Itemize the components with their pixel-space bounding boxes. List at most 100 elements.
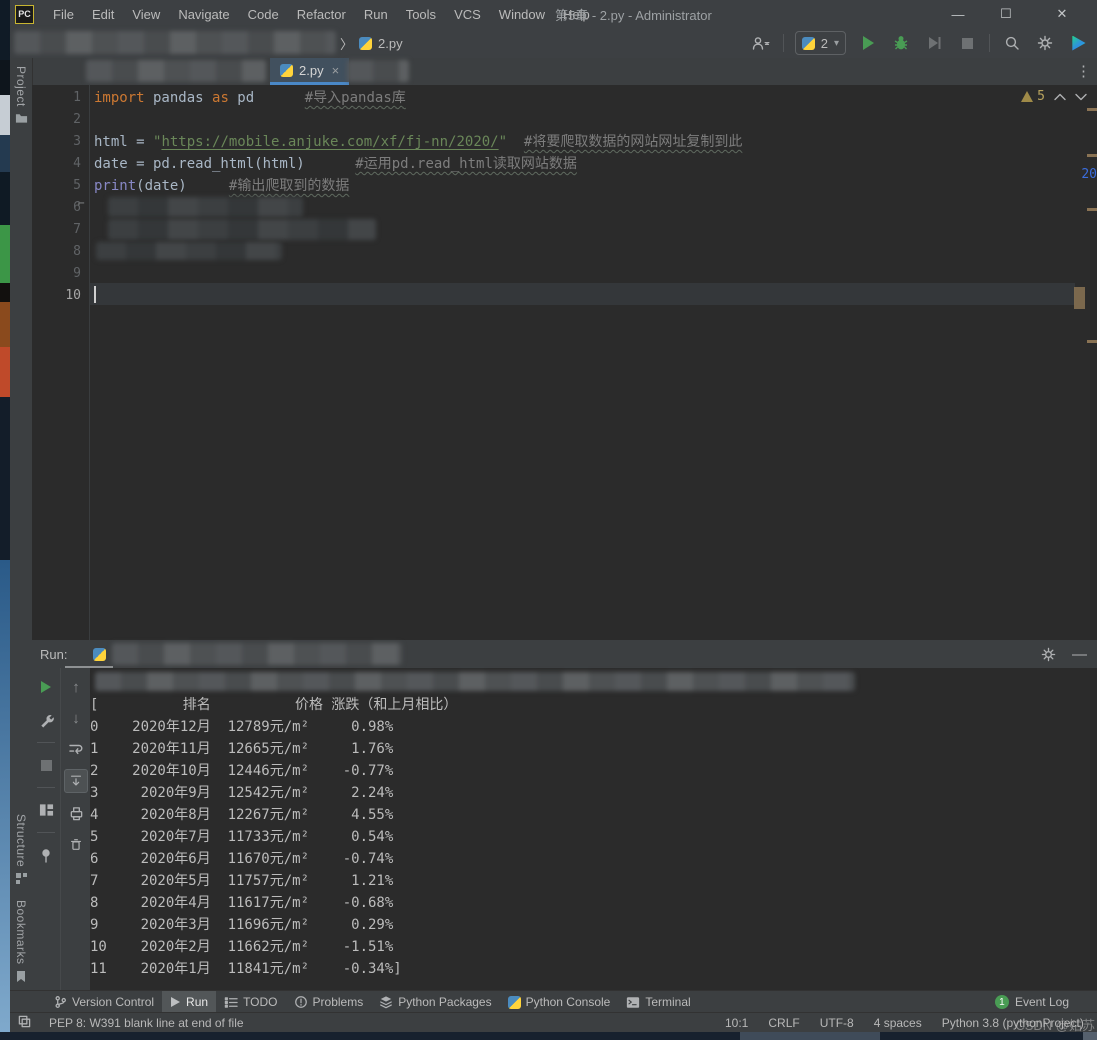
tool-window-switcher-icon[interactable] <box>10 1015 39 1031</box>
code-text[interactable]: import pandas as pd #导入pandas库 html = "h… <box>94 85 1097 307</box>
toolbtn-terminal[interactable]: Terminal <box>618 991 698 1013</box>
run-console-output[interactable]: [ 排名 价格 涨跌（和上月相比） 0 2020年12月 12789元/m² 0… <box>90 668 1097 990</box>
sidebar-item-bookmarks[interactable]: Bookmarks <box>10 900 32 983</box>
run-with-coverage-icon[interactable] <box>923 32 945 54</box>
console-line: 10 2020年2月 11662元/m² -1.51% <box>90 936 1097 958</box>
rerun-button[interactable] <box>35 676 57 698</box>
tool-window-bar: Version Control Run TODO Problems Python… <box>10 990 1097 1013</box>
print-icon[interactable] <box>65 802 87 824</box>
line-number-current: 10 <box>32 285 89 307</box>
minimize-button[interactable]: — <box>938 0 978 28</box>
toolbtn-event-log[interactable]: 1 Event Log <box>995 991 1069 1013</box>
toolbtn-todo[interactable]: TODO <box>216 991 285 1013</box>
run-settings-gear-icon[interactable] <box>1041 647 1056 662</box>
console-line: 3 2020年9月 12542元/m² 2.24% <box>90 782 1097 804</box>
toolbtn-problems[interactable]: Problems <box>286 991 372 1013</box>
todo-list-icon <box>224 996 238 1009</box>
scrollbar-warning-mark[interactable] <box>1087 154 1097 157</box>
packages-icon <box>379 995 393 1009</box>
indent-style[interactable]: 4 spaces <box>864 1016 932 1030</box>
menu-tools[interactable]: Tools <box>397 0 445 28</box>
line-ending[interactable]: CRLF <box>758 1016 809 1030</box>
run-configuration-select[interactable]: 2 ▾ <box>795 31 846 55</box>
app-icon: PC <box>15 5 34 24</box>
toolbtn-python-console[interactable]: Python Console <box>500 991 619 1013</box>
tab-close-icon[interactable]: × <box>332 63 340 78</box>
sidebar-item-project[interactable]: Project <box>10 66 32 124</box>
editor-gutter: 1 2 3 4 5 6 7 8 9 10 <box>32 85 90 642</box>
menu-refactor[interactable]: Refactor <box>288 0 355 28</box>
soft-wrap-icon[interactable] <box>65 738 87 760</box>
taskbar-sliver <box>0 1032 1097 1040</box>
status-message[interactable]: PEP 8: W391 blank line at end of file <box>39 1016 254 1030</box>
scroll-to-end-icon[interactable] <box>64 769 88 793</box>
inspections-widget[interactable]: 5 <box>1021 89 1087 104</box>
pin-icon[interactable] <box>35 844 57 866</box>
run-toolbar-inner: ↑ ↓ <box>60 668 91 998</box>
pycharm-window: PC File Edit View Navigate Code Refactor… <box>0 0 1097 1040</box>
bookmark-icon <box>15 970 27 983</box>
search-everywhere-icon[interactable] <box>1001 32 1023 54</box>
run-button[interactable] <box>857 32 879 54</box>
line-number: 4 <box>32 153 89 175</box>
menu-edit[interactable]: Edit <box>83 0 123 28</box>
fold-marker-icon[interactable]: ⌐ <box>78 197 85 210</box>
scrollbar-thumb[interactable] <box>1074 287 1085 309</box>
up-stacktrace-icon[interactable]: ↑ <box>65 676 87 698</box>
python-run-tab-icon <box>93 648 106 661</box>
toolbar-divider <box>989 34 990 52</box>
breadcrumb-file[interactable]: 2.py <box>378 36 403 51</box>
menu-vcs[interactable]: VCS <box>445 0 490 28</box>
toolbtn-python-packages[interactable]: Python Packages <box>371 991 499 1013</box>
scrollbar-warning-mark[interactable] <box>1087 108 1097 111</box>
toolbtn-run[interactable]: Run <box>162 991 216 1013</box>
code-line-2 <box>94 109 1097 131</box>
tab-2py[interactable]: 2.py × <box>270 58 349 85</box>
next-warning-icon[interactable] <box>1075 93 1087 101</box>
file-encoding[interactable]: UTF-8 <box>810 1016 864 1030</box>
wrench-settings-icon[interactable] <box>35 709 57 731</box>
line-number: 3 <box>32 131 89 153</box>
down-stacktrace-icon[interactable]: ↓ <box>65 707 87 729</box>
maximize-button[interactable]: ☐ <box>986 0 1026 28</box>
event-log-badge: 1 <box>995 995 1009 1009</box>
menu-window[interactable]: Window <box>490 0 554 28</box>
menu-navigate[interactable]: Navigate <box>169 0 238 28</box>
tool-window-stripe: Project Structure Bookmarks <box>10 58 33 990</box>
menu-code[interactable]: Code <box>239 0 288 28</box>
warning-icon <box>1021 91 1033 102</box>
chevron-down-icon: ▾ <box>834 38 839 49</box>
stop-button[interactable] <box>956 32 978 54</box>
code-editor[interactable]: 1 2 3 4 5 6 7 8 9 10 ⌐ import pandas as … <box>32 85 1097 640</box>
caret-position[interactable]: 10:1 <box>715 1016 758 1030</box>
scrollbar-warning-mark[interactable] <box>1087 340 1097 343</box>
debug-button[interactable] <box>890 32 912 54</box>
gradient-triangle-icon[interactable] <box>1067 32 1089 54</box>
stop-console-button[interactable] <box>35 754 57 776</box>
breadcrumb-chevron-icon: 〉 <box>340 34 353 53</box>
scrollbar-warning-mark[interactable] <box>1087 208 1097 211</box>
console-line: 4 2020年8月 12267元/m² 4.55% <box>90 804 1097 826</box>
line-number: 5 <box>32 175 89 197</box>
hide-panel-icon[interactable]: — <box>1072 646 1087 663</box>
toolbtn-version-control[interactable]: Version Control <box>46 991 162 1013</box>
run-play-icon <box>170 996 181 1008</box>
menu-view[interactable]: View <box>123 0 169 28</box>
sidebar-item-structure[interactable]: Structure <box>10 814 32 885</box>
user-account-icon[interactable] <box>750 32 772 54</box>
restore-layout-icon[interactable] <box>35 799 57 821</box>
status-bar: PEP 8: W391 blank line at end of file 10… <box>10 1012 1097 1033</box>
clear-console-icon[interactable] <box>65 833 87 855</box>
close-button[interactable]: ✕ <box>1042 0 1082 28</box>
menu-file[interactable]: File <box>44 0 83 28</box>
console-line: 1 2020年11月 12665元/m² 1.76% <box>90 738 1097 760</box>
run-toolbar-outer <box>32 668 60 998</box>
editor-options-icon[interactable]: ⋮ <box>1076 62 1091 80</box>
censored-command-line <box>95 672 855 691</box>
code-line-3: html = "https://mobile.anjuke.com/xf/fj-… <box>94 131 1097 153</box>
settings-gear-icon[interactable] <box>1034 32 1056 54</box>
line-number: 8 <box>32 241 89 263</box>
menu-run[interactable]: Run <box>355 0 397 28</box>
window-title: 第5章 - 2.py - Administrator <box>555 0 712 28</box>
prev-warning-icon[interactable] <box>1054 93 1066 101</box>
